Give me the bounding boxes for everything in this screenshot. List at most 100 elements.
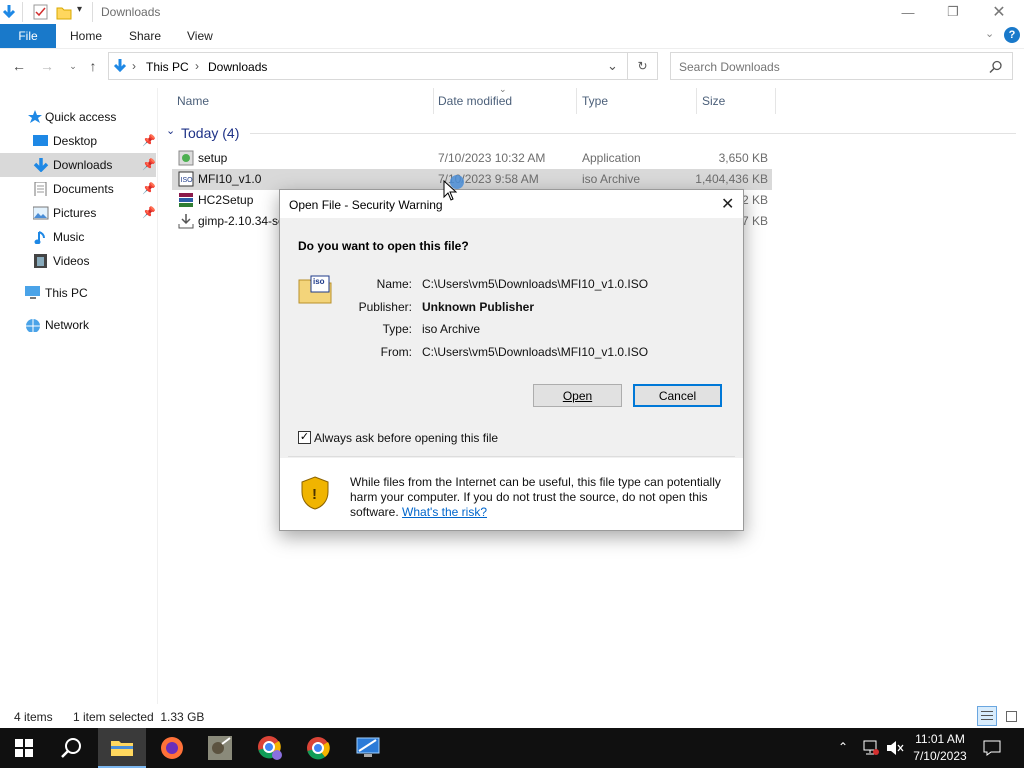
firefox-icon bbox=[161, 737, 183, 759]
nav-item-this-pc[interactable]: This PC bbox=[0, 281, 156, 305]
cancel-button[interactable]: Cancel bbox=[633, 384, 722, 407]
dialog-close-button[interactable]: ✕ bbox=[721, 194, 734, 214]
back-button[interactable]: ← bbox=[9, 56, 29, 76]
nav-label: Downloads bbox=[53, 158, 113, 172]
field-label-name: Name: bbox=[376, 277, 412, 291]
nav-item-videos[interactable]: Videos bbox=[0, 249, 156, 273]
breadcrumb-this-pc[interactable]: This PC bbox=[146, 60, 189, 74]
nav-item-quick-access[interactable]: Quick access bbox=[0, 105, 156, 129]
column-divider[interactable] bbox=[433, 88, 434, 114]
recent-locations-icon[interactable]: ⌄ bbox=[63, 56, 83, 76]
computer-icon bbox=[25, 286, 40, 299]
taskbar-file-explorer[interactable] bbox=[98, 728, 146, 768]
search-input[interactable] bbox=[677, 57, 981, 77]
dialog-divider bbox=[288, 456, 735, 457]
help-icon[interactable]: ? bbox=[1004, 27, 1020, 43]
status-bar: 4 items 1 item selected 1.33 GB bbox=[0, 706, 1024, 728]
taskbar-gimp[interactable] bbox=[196, 728, 244, 768]
taskbar: ⌃ 11:01 AM 7/10/2023 bbox=[0, 728, 1024, 768]
nav-label: Documents bbox=[53, 182, 114, 196]
selection-info: 1 item selected 1.33 GB bbox=[73, 710, 205, 724]
column-divider[interactable] bbox=[775, 88, 776, 114]
column-divider[interactable] bbox=[576, 88, 577, 114]
file-row[interactable]: setup 7/10/2023 10:32 AM Application 3,6… bbox=[172, 148, 772, 169]
notifications-icon[interactable] bbox=[983, 740, 1001, 756]
nav-label: Pictures bbox=[53, 206, 97, 220]
whats-the-risk-link[interactable]: What's the risk? bbox=[402, 505, 487, 519]
download-arrow-icon bbox=[2, 5, 16, 19]
file-type: Application bbox=[582, 151, 641, 165]
taskbar-chrome-profile[interactable] bbox=[246, 728, 294, 768]
tab-home[interactable]: Home bbox=[70, 24, 102, 48]
warning-panel: ! While files from the Internet can be u… bbox=[280, 458, 743, 530]
tab-share[interactable]: Share bbox=[129, 24, 161, 48]
search-box[interactable] bbox=[670, 52, 1013, 80]
gimp-icon bbox=[208, 736, 232, 760]
forward-button[interactable]: → bbox=[37, 56, 57, 76]
nav-item-documents[interactable]: Documents 📌 bbox=[0, 177, 156, 201]
tab-view[interactable]: View bbox=[187, 24, 213, 48]
desktop-icon bbox=[33, 135, 48, 146]
download-arrow-icon bbox=[113, 59, 127, 73]
details-view-icon[interactable] bbox=[977, 706, 997, 726]
nav-item-network[interactable]: Network bbox=[0, 313, 156, 337]
minimize-button[interactable]: — bbox=[885, 0, 931, 24]
column-header-date[interactable]: Date modified bbox=[438, 94, 512, 108]
field-value-from: C:\Users\vm5\Downloads\MFI10_v1.0.ISO bbox=[422, 345, 649, 359]
svg-text:!: ! bbox=[312, 486, 317, 503]
open-button[interactable]: Open bbox=[533, 384, 622, 407]
group-header[interactable]: Today (4) bbox=[181, 125, 239, 141]
iso-archive-icon: ISO bbox=[178, 171, 194, 187]
file-name: gimp-2.10.34-se bbox=[198, 214, 285, 228]
nav-item-desktop[interactable]: Desktop 📌 bbox=[0, 129, 156, 153]
column-header-name[interactable]: Name bbox=[177, 94, 209, 108]
clock-time[interactable]: 11:01 AM bbox=[912, 732, 968, 746]
network-icon bbox=[26, 319, 40, 332]
search-taskbar-button[interactable] bbox=[48, 728, 96, 768]
window-title: Downloads bbox=[101, 5, 161, 19]
quick-access-dropdown-icon[interactable]: ▾ bbox=[77, 4, 82, 15]
nav-item-music[interactable]: Music bbox=[0, 225, 156, 249]
file-row-selected[interactable]: ISO MFI10_v1.0 7/10/2023 9:58 AM iso Arc… bbox=[172, 169, 772, 190]
large-icons-view-icon[interactable] bbox=[1001, 706, 1021, 726]
nav-label: Desktop bbox=[53, 134, 98, 148]
pin-icon: 📌 bbox=[142, 207, 156, 219]
always-ask-label[interactable]: Always ask before opening this file bbox=[314, 431, 498, 445]
nav-item-downloads[interactable]: Downloads 📌 bbox=[0, 153, 156, 177]
documents-icon bbox=[34, 182, 47, 196]
taskbar-firefox[interactable] bbox=[148, 728, 196, 768]
breadcrumb-downloads[interactable]: Downloads bbox=[208, 60, 267, 74]
column-header-size[interactable]: Size bbox=[702, 94, 725, 108]
new-folder-icon[interactable] bbox=[56, 4, 72, 20]
always-ask-checkbox[interactable]: ✓ bbox=[298, 431, 311, 444]
group-collapse-icon[interactable]: ⌄ bbox=[166, 124, 175, 137]
tab-file[interactable]: File bbox=[0, 24, 56, 48]
file-name: MFI10_v1.0 bbox=[198, 172, 262, 186]
clock-date[interactable]: 7/10/2023 bbox=[910, 749, 970, 763]
music-note-icon bbox=[34, 231, 45, 244]
start-button[interactable] bbox=[0, 728, 48, 768]
expand-ribbon-icon[interactable]: ⌄ bbox=[985, 27, 994, 40]
address-dropdown-icon[interactable]: ⌄ bbox=[607, 58, 618, 74]
nav-item-pictures[interactable]: Pictures 📌 bbox=[0, 201, 156, 225]
address-bar[interactable]: › This PC › Downloads ⌄ bbox=[108, 52, 628, 80]
file-icon-label: iso bbox=[313, 277, 325, 286]
videos-icon bbox=[34, 254, 47, 268]
show-hidden-icons-icon[interactable]: ⌃ bbox=[838, 740, 848, 754]
refresh-button[interactable]: ↻ bbox=[628, 52, 658, 80]
close-window-button[interactable]: ✕ bbox=[976, 0, 1022, 24]
nav-label: This PC bbox=[45, 286, 88, 300]
volume-muted-icon[interactable] bbox=[886, 740, 904, 756]
network-status-icon[interactable] bbox=[862, 740, 880, 756]
security-warning-dialog: Open File - Security Warning ✕ Do you wa… bbox=[279, 189, 744, 531]
nav-label: Music bbox=[53, 230, 85, 244]
field-value-publisher: Unknown Publisher bbox=[422, 300, 535, 314]
up-button[interactable]: ↑ bbox=[83, 56, 103, 76]
column-divider[interactable] bbox=[696, 88, 697, 114]
taskbar-remote-app[interactable] bbox=[344, 728, 392, 768]
taskbar-chrome[interactable] bbox=[294, 728, 342, 768]
maximize-button[interactable]: ❐ bbox=[930, 0, 976, 24]
properties-icon[interactable] bbox=[33, 4, 49, 20]
column-header-type[interactable]: Type bbox=[582, 94, 608, 108]
search-icon[interactable] bbox=[989, 60, 1003, 74]
